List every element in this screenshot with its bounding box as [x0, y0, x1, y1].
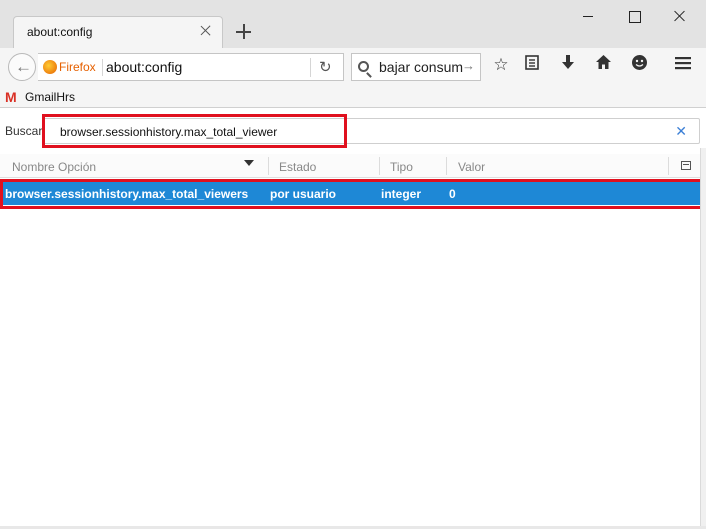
search-input[interactable]: bajar consum [379, 59, 464, 75]
hello-smiley-icon[interactable] [628, 54, 650, 76]
url-text[interactable]: about:config [106, 59, 182, 75]
column-header-name[interactable]: Nombre Opción [12, 160, 96, 174]
search-go-icon[interactable]: → [462, 58, 475, 73]
gmail-icon: M [5, 89, 17, 105]
row-highlight-box [0, 179, 703, 209]
column-divider[interactable] [446, 157, 447, 175]
clear-filter-icon[interactable]: ✕ [675, 123, 687, 140]
column-picker-icon[interactable] [681, 161, 691, 170]
close-window-button[interactable] [657, 5, 703, 27]
reading-list-icon[interactable] [521, 54, 543, 76]
column-header-type[interactable]: Tipo [390, 160, 413, 174]
column-header-row: Nombre Opción Estado Tipo Valor [0, 154, 700, 178]
column-header-value[interactable]: Valor [458, 160, 485, 174]
firefox-icon [43, 60, 57, 74]
close-tab-icon[interactable] [198, 23, 214, 39]
search-icon [358, 61, 369, 72]
maximize-button[interactable] [611, 5, 657, 27]
filter-highlight-box [42, 114, 347, 148]
bookmarks-toolbar: M GmailHrs [0, 84, 706, 108]
column-divider[interactable] [268, 157, 269, 175]
back-button[interactable] [8, 53, 36, 81]
download-icon[interactable] [557, 54, 579, 76]
tab-about-config[interactable]: about:config [13, 16, 223, 48]
title-bar: about:config [0, 0, 706, 48]
new-tab-icon[interactable] [234, 22, 254, 42]
filter-label: Buscar: [5, 124, 46, 138]
search-bar[interactable]: bajar consum → [351, 53, 481, 81]
reload-icon[interactable]: ↻ [319, 58, 332, 76]
column-header-status[interactable]: Estado [279, 160, 316, 174]
home-icon[interactable] [592, 54, 614, 76]
minimize-button[interactable] [565, 5, 611, 27]
bookmark-item-gmailhrs[interactable]: GmailHrs [25, 90, 75, 104]
menu-icon[interactable] [672, 54, 694, 76]
bookmark-star-icon[interactable]: ☆ [490, 54, 512, 76]
url-divider [102, 59, 103, 76]
column-divider[interactable] [379, 157, 380, 175]
window-edge [700, 148, 706, 529]
reload-divider [310, 58, 311, 77]
identity-label: Firefox [59, 60, 96, 74]
url-bar[interactable]: Firefox about:config ↻ [38, 53, 344, 81]
column-divider[interactable] [668, 157, 669, 175]
tab-title: about:config [27, 25, 93, 39]
sort-descending-icon[interactable] [244, 160, 254, 166]
